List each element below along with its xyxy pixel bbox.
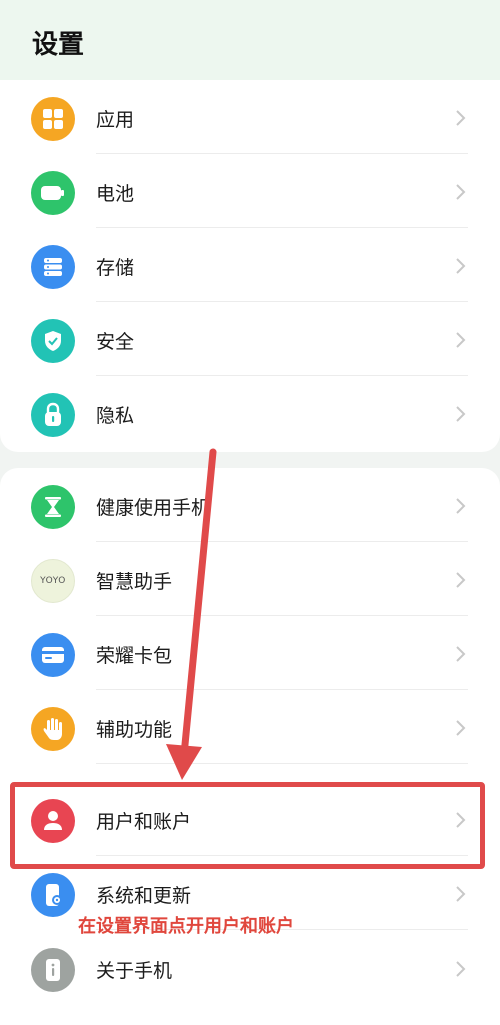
annotation-text: 在设置界面点开用户和账户 (78, 916, 294, 937)
arrow-down-icon (166, 448, 217, 780)
